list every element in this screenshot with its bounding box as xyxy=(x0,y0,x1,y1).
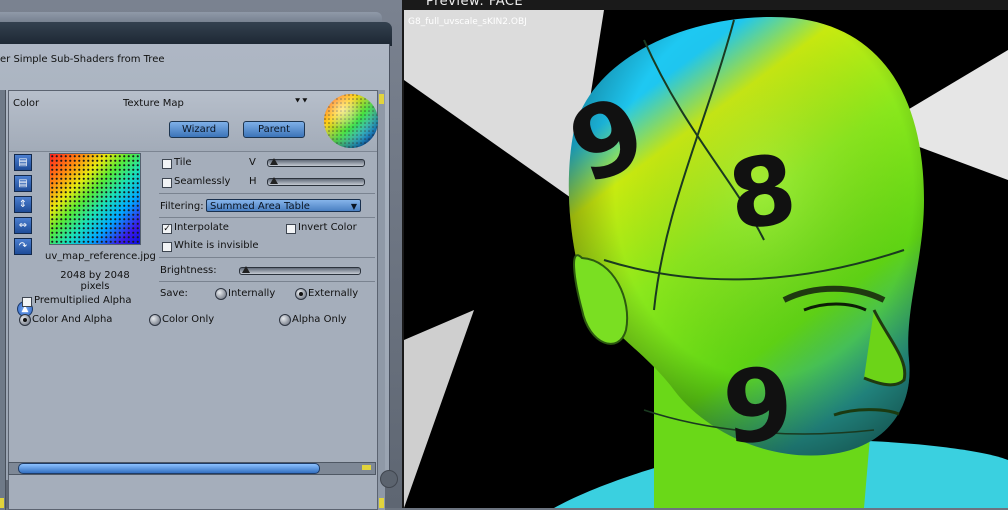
texture-map-node: Color Texture Map ⯆⯆ Wizard Parent ▤ ▤ ⇕… xyxy=(8,90,378,510)
save-externally-label: Externally xyxy=(308,288,359,299)
texture-dimensions: 2048 by 2048 pixels xyxy=(60,270,130,292)
v-tile-slider[interactable] xyxy=(267,158,365,167)
scroll-end-marker xyxy=(362,465,371,470)
texture-tool-icons: ▤ ▤ ⇕ ⇔ ↷ xyxy=(14,154,34,259)
collapse-chevron-icon[interactable]: ⯆⯆ xyxy=(294,97,308,107)
parent-button[interactable]: Parent xyxy=(243,121,305,138)
horizontal-scroll-thumb[interactable] xyxy=(18,463,320,474)
alpha-only-radio[interactable] xyxy=(279,314,291,326)
shader-panel: er Simple Sub-Shaders from Tree Color Te… xyxy=(0,0,402,510)
panel-tab-active[interactable] xyxy=(0,22,392,46)
dock-handle[interactable] xyxy=(380,470,398,488)
filtering-value: Summed Area Table xyxy=(210,201,310,212)
right-scroll-rail[interactable] xyxy=(377,90,385,510)
divider xyxy=(159,193,375,194)
folder-open-icon[interactable]: ▤ xyxy=(14,154,32,171)
color-only-label: Color Only xyxy=(162,314,215,325)
save-label: Save: xyxy=(160,288,188,299)
horizontal-arrows-icon[interactable]: ⇔ xyxy=(14,217,32,234)
texture-filename: uv_map_reference.jpg xyxy=(45,251,156,262)
invert-color-checkbox[interactable] xyxy=(286,224,296,234)
save-externally-radio[interactable] xyxy=(295,288,307,300)
node-title: Texture Map xyxy=(123,98,184,109)
save-internally-label: Internally xyxy=(228,288,276,299)
interpolate-label: Interpolate xyxy=(174,222,229,233)
node-input-label: Color xyxy=(13,98,40,109)
subshader-menu-label[interactable]: er Simple Sub-Shaders from Tree xyxy=(0,54,165,65)
color-and-alpha-radio[interactable] xyxy=(19,314,31,326)
filtering-dropdown[interactable]: Summed Area Table ▼ xyxy=(206,199,361,212)
save-internally-radio[interactable] xyxy=(215,288,227,300)
white-invisible-checkbox[interactable] xyxy=(162,242,172,252)
node-header: Color Texture Map ⯆⯆ Wizard Parent xyxy=(9,91,379,152)
preview-title: Preview: FACE xyxy=(426,0,524,9)
wizard-button[interactable]: Wizard xyxy=(169,121,229,138)
object-name: G8_full_uvscale_sKIN2.OBJ xyxy=(408,17,527,27)
material-preview-sphere xyxy=(323,93,379,149)
brightness-label: Brightness: xyxy=(160,265,217,276)
divider xyxy=(159,217,375,218)
seamlessly-label: Seamlessly xyxy=(174,176,231,187)
premultiplied-alpha-checkbox[interactable] xyxy=(22,297,32,307)
preview-viewport[interactable]: 9 8 9 G8_full_uvscale_sKIN2.OBJ xyxy=(404,10,1008,508)
vertical-arrows-icon[interactable]: ⇕ xyxy=(14,196,32,213)
interpolate-checkbox[interactable]: ✓ xyxy=(162,224,172,234)
face-render: 9 8 9 xyxy=(404,10,1008,508)
divider xyxy=(159,281,375,282)
folder-open-icon[interactable]: ▤ xyxy=(14,175,32,192)
chevron-down-icon: ▼ xyxy=(350,202,357,211)
preview-pane: Preview: FACE 9 8 9 G8_full_uvscale_sKIN… xyxy=(402,0,1008,508)
h-label: H xyxy=(249,176,257,187)
left-scroll-rail[interactable] xyxy=(0,90,6,510)
head-digit: 9 xyxy=(718,345,798,468)
color-only-radio[interactable] xyxy=(149,314,161,326)
light-ray xyxy=(404,310,474,508)
v-label: V xyxy=(249,157,256,168)
filtering-label: Filtering: xyxy=(160,201,204,212)
texture-thumbnail[interactable] xyxy=(49,153,141,245)
alpha-only-label: Alpha Only xyxy=(292,314,347,325)
white-invisible-label: White is invisible xyxy=(174,240,259,251)
h-tile-slider[interactable] xyxy=(267,177,365,186)
color-and-alpha-label: Color And Alpha xyxy=(32,314,113,325)
premultiplied-alpha-label: Premultiplied Alpha xyxy=(34,295,132,306)
divider xyxy=(159,257,375,258)
tile-checkbox[interactable] xyxy=(162,159,172,169)
rotate-icon[interactable]: ↷ xyxy=(14,238,32,255)
brightness-slider[interactable] xyxy=(239,266,361,275)
invert-color-label: Invert Color xyxy=(298,222,357,233)
shader-tree-area: er Simple Sub-Shaders from Tree Color Te… xyxy=(0,44,390,510)
tile-label: Tile xyxy=(174,157,192,168)
seamlessly-checkbox[interactable] xyxy=(162,178,172,188)
